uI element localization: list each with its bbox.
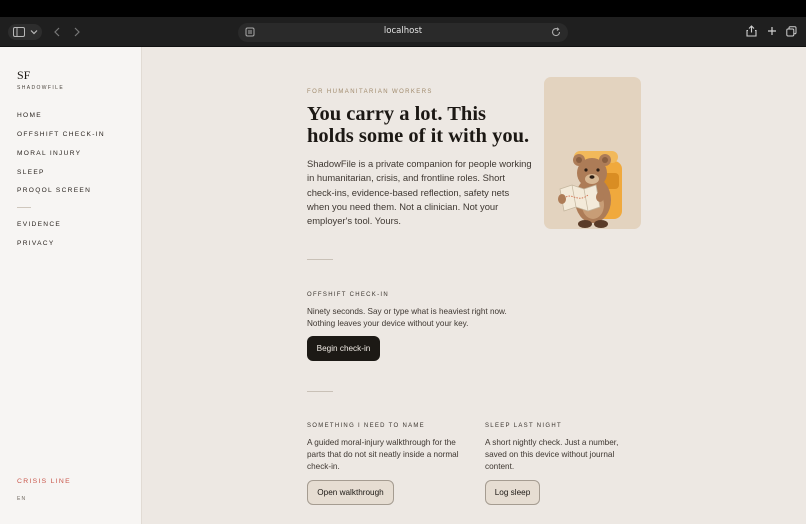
hero-description: ShadowFile is a private companion for pe… xyxy=(307,158,532,227)
section-divider xyxy=(307,259,333,260)
chevron-down-icon xyxy=(30,30,37,35)
forward-button[interactable] xyxy=(70,24,84,40)
nav-item-proqol-screen[interactable]: PROQOL SCREEN xyxy=(17,187,91,194)
url-text[interactable]: localhost xyxy=(238,26,568,36)
moral-injury-label: SOMETHING I NEED TO NAME xyxy=(307,423,425,429)
open-walkthrough-button[interactable]: Open walkthrough xyxy=(307,480,394,505)
nav-item-home[interactable]: HOME xyxy=(17,112,42,119)
nav-item-sleep[interactable]: SLEEP xyxy=(17,169,45,176)
checkin-description: Ninety seconds. Say or type what is heav… xyxy=(307,307,507,328)
bear-hiker-image xyxy=(558,151,622,228)
app-window: SF SHADOWFILE HOME OFFSHIFT CHECK-IN MOR… xyxy=(0,47,806,524)
nav-divider xyxy=(17,207,31,208)
tabs-icon xyxy=(786,25,797,36)
back-icon xyxy=(54,27,60,37)
share-button[interactable] xyxy=(745,24,758,38)
sleep-label: SLEEP LAST NIGHT xyxy=(485,423,562,429)
sidebar: SF SHADOWFILE HOME OFFSHIFT CHECK-IN MOR… xyxy=(0,47,142,524)
checkin-label: OFFSHIFT CHECK-IN xyxy=(307,292,389,298)
logo[interactable]: SF xyxy=(17,68,30,83)
browser-toolbar: localhost xyxy=(0,17,806,47)
sidebar-toggle-button[interactable] xyxy=(8,24,42,40)
nav-item-moral-injury[interactable]: MORAL INJURY xyxy=(17,150,81,157)
bear-illustration xyxy=(544,77,641,229)
hero-eyebrow: FOR HUMANITARIAN WORKERS xyxy=(307,89,433,95)
brand-name: SHADOWFILE xyxy=(17,85,65,91)
system-top-bar xyxy=(0,0,806,17)
reload-icon[interactable] xyxy=(550,26,562,38)
nav-item-privacy[interactable]: PRIVACY xyxy=(17,240,55,247)
new-tab-button[interactable] xyxy=(765,24,778,38)
section-divider xyxy=(307,391,333,392)
sleep-description: A short nightly check. Just a number, sa… xyxy=(485,438,619,471)
back-button[interactable] xyxy=(50,24,64,40)
address-bar[interactable]: localhost xyxy=(238,23,568,42)
plus-icon xyxy=(767,27,776,35)
language-selector[interactable]: EN xyxy=(17,496,26,502)
hero-title: You carry a lot. This holds some of it w… xyxy=(307,103,530,147)
moral-injury-description: A guided moral-injury walkthrough for th… xyxy=(307,438,459,471)
nav-item-offshift-check-in[interactable]: OFFSHIFT CHECK-IN xyxy=(17,131,105,138)
tab-overview-button[interactable] xyxy=(785,24,798,38)
share-icon xyxy=(746,25,757,37)
begin-check-in-button[interactable]: Begin check-in xyxy=(307,336,380,361)
crisis-line-link[interactable]: CRISIS LINE xyxy=(17,478,71,485)
forward-icon xyxy=(74,27,80,37)
nav-item-evidence[interactable]: EVIDENCE xyxy=(17,221,61,228)
log-sleep-button[interactable]: Log sleep xyxy=(485,480,540,505)
sidebar-icon xyxy=(12,27,25,37)
